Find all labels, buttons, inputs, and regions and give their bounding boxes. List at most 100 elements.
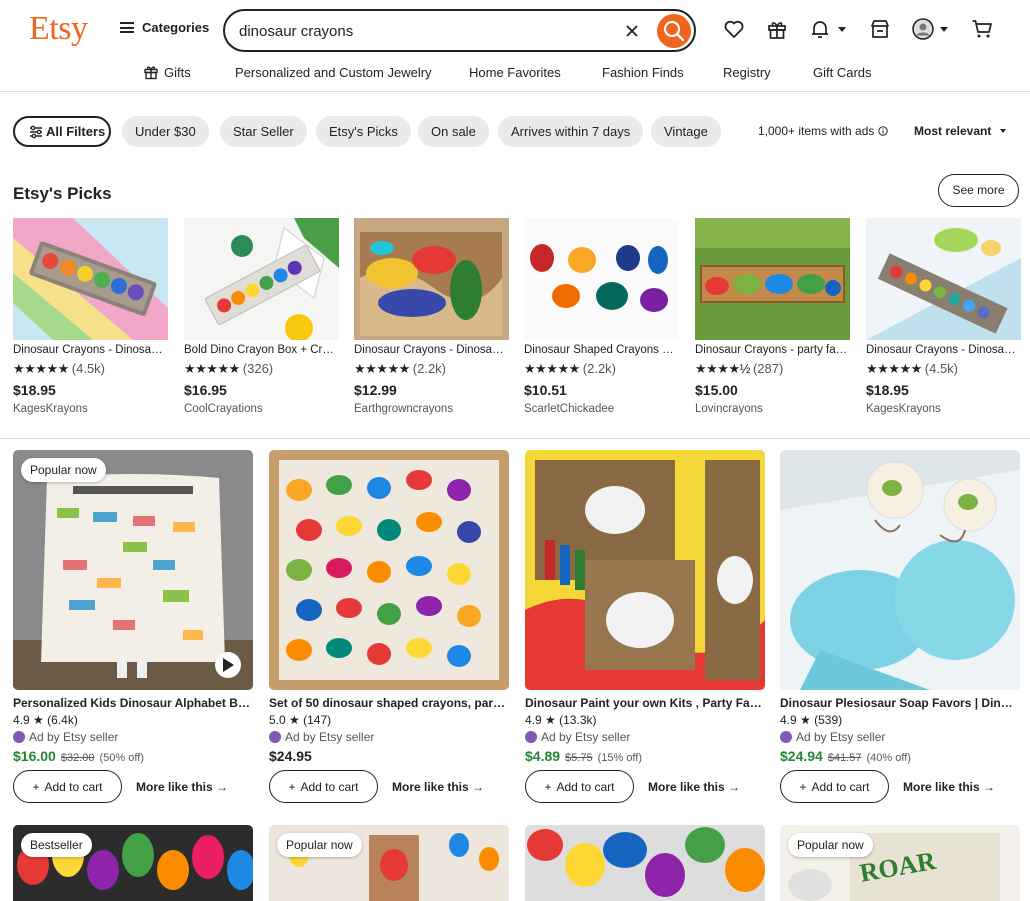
ad-text: Ad by Etsy seller [541, 730, 631, 744]
filter-chip[interactable]: Under $30 [122, 116, 209, 147]
chevron-down-icon[interactable] [940, 27, 948, 32]
product-title[interactable]: Dinosaur Plesiosaur Soap Favors | Dinosa… [780, 696, 1020, 710]
filter-chip[interactable]: Vintage [651, 116, 721, 147]
section-divider [0, 438, 1030, 439]
heart-icon[interactable] [723, 18, 745, 40]
filter-chip[interactable]: Etsy's Picks [316, 116, 411, 147]
product-title[interactable]: Dinosaur Crayons - party favors [695, 344, 850, 356]
star-seller-icon [525, 731, 537, 743]
info-icon[interactable] [878, 126, 888, 136]
discount: (15% off) [597, 752, 643, 764]
filter-chip[interactable]: Arrives within 7 days [498, 116, 644, 147]
shop-name[interactable]: CoolCrayations [184, 403, 339, 415]
avatar-icon[interactable] [912, 18, 934, 40]
product-image[interactable] [525, 825, 765, 901]
rating-value: 5.0 [269, 713, 286, 727]
shop-name[interactable]: ScarletChickadee [524, 403, 679, 415]
plus-icon: + [544, 779, 552, 794]
filter-chip[interactable]: On sale [418, 116, 489, 147]
add-to-cart-button[interactable]: + Add to cart [269, 770, 378, 803]
product-title[interactable]: Bold Dino Crayon Box + Crayon Set [184, 344, 339, 356]
etsy-logo[interactable]: Etsy [29, 10, 88, 48]
product-title[interactable]: Personalized Kids Dinosaur Alphabet Blan… [13, 696, 253, 710]
filter-chip[interactable]: Star Seller [220, 116, 307, 147]
add-to-cart-button[interactable]: + Add to cart [525, 770, 634, 803]
clear-search-icon[interactable] [622, 21, 642, 41]
listing-card[interactable]: Dinosaur Plesiosaur Soap Favors | Dinosa… [780, 450, 1020, 803]
product-image[interactable] [866, 218, 1021, 340]
bell-icon[interactable] [809, 18, 831, 40]
more-like-this-link[interactable]: More like this → [648, 780, 740, 794]
plus-icon: + [288, 779, 296, 794]
rating-stars: ★★★★★ (2.2k) [524, 361, 679, 377]
product-image[interactable] [184, 218, 339, 340]
categories-button[interactable]: Categories [120, 20, 209, 35]
more-like-this-link[interactable]: More like this → [903, 780, 995, 794]
section-title: Etsy's Picks [13, 184, 112, 203]
pick-card[interactable]: Dinosaur Crayons - Dinosaur Crayon Set ★… [13, 218, 168, 415]
popular-badge: Popular now [788, 833, 873, 857]
see-more-button[interactable]: See more [938, 174, 1019, 207]
nav-gifts[interactable]: Gifts [164, 65, 191, 80]
product-title[interactable]: Set of 50 dinosaur shaped crayons, party… [269, 696, 509, 710]
listing-card[interactable]: Popular now Personalized Kids Dinosaur A… [13, 450, 253, 803]
product-image[interactable] [695, 218, 850, 340]
price: $18.95 [13, 382, 56, 398]
all-filters-button[interactable]: All Filters [13, 116, 111, 147]
cart-icon[interactable] [971, 18, 993, 40]
product-image[interactable]: Popular now [13, 450, 253, 690]
shop-name[interactable]: KagesKrayons [13, 403, 168, 415]
product-title[interactable]: Dinosaur Shaped Crayons Set [524, 344, 679, 356]
product-image[interactable] [269, 450, 509, 690]
nav-fashion-finds[interactable]: Fashion Finds [602, 65, 684, 80]
add-to-cart-label: Add to cart [44, 779, 103, 794]
product-image[interactable] [354, 218, 509, 340]
pick-card[interactable]: Dinosaur Crayons - Dinosaur Set ★★★★★ (2.… [354, 218, 509, 415]
pick-card[interactable]: Dinosaur Crayons - party favors ★★★★½ (28… [695, 218, 850, 415]
nav-gift-cards[interactable]: Gift Cards [813, 65, 872, 80]
pick-card[interactable]: Bold Dino Crayon Box + Crayon Set ★★★★★(… [184, 218, 339, 415]
listing-card[interactable]: Dinosaur Paint your own Kits , Party Fav… [525, 450, 765, 803]
search-button[interactable] [657, 14, 691, 48]
listing-card[interactable]: Bestseller [13, 825, 253, 901]
review-count: (287) [752, 361, 784, 376]
rating-stars: ★★★★★ (4.5k) [13, 361, 168, 377]
pick-card[interactable]: Dinosaur Crayons - Dinosaur Crayon Set ★… [866, 218, 1021, 415]
more-like-this-link[interactable]: More like this → [392, 780, 484, 794]
shop-name[interactable]: Earthgrowncrayons [354, 403, 509, 415]
shop-manager-icon[interactable] [869, 18, 891, 40]
nav-personalized-jewelry[interactable]: Personalized and Custom Jewelry [235, 65, 432, 80]
product-image[interactable] [13, 218, 168, 340]
product-title[interactable]: Dinosaur Crayons - Dinosaur Crayon Set [13, 344, 168, 356]
add-to-cart-button[interactable]: + Add to cart [780, 770, 889, 803]
hamburger-icon [120, 22, 134, 33]
product-title[interactable]: Dinosaur Crayons - Dinosaur Set [354, 344, 509, 356]
product-title[interactable]: Dinosaur Paint your own Kits , Party Fav… [525, 696, 765, 710]
stars: ★★★★★ [354, 361, 410, 376]
arrow-right-icon: → [983, 779, 996, 794]
shop-name[interactable]: Lovincrayons [695, 403, 850, 415]
product-image[interactable] [780, 450, 1020, 690]
ad-text: Ad by Etsy seller [796, 730, 886, 744]
product-title[interactable]: Dinosaur Crayons - Dinosaur Crayon Set [866, 344, 1021, 356]
nav-home-favorites[interactable]: Home Favorites [469, 65, 561, 80]
listing-card[interactable]: ROAR Popular now [780, 825, 1020, 901]
search-input[interactable] [239, 20, 609, 42]
more-like-this-link[interactable]: More like this → [136, 780, 228, 794]
ad-text: Ad by Etsy seller [29, 730, 119, 744]
listing-card[interactable] [525, 825, 765, 901]
listing-card[interactable]: Popular now [269, 825, 509, 901]
pick-card[interactable]: Dinosaur Shaped Crayons Set ★★★★★ (2.2k) … [524, 218, 679, 415]
gift-icon[interactable] [766, 18, 788, 40]
chevron-down-icon [999, 129, 1006, 133]
ad-label: Ad by Etsy seller [525, 730, 765, 744]
chevron-down-icon[interactable] [838, 27, 846, 32]
sort-dropdown[interactable]: Most relevant [914, 124, 1006, 138]
shop-name[interactable]: KagesKrayons [866, 403, 1021, 415]
categories-label: Categories [142, 20, 210, 35]
add-to-cart-button[interactable]: + Add to cart [13, 770, 122, 803]
listing-card[interactable]: Set of 50 dinosaur shaped crayons, party… [269, 450, 509, 803]
nav-registry[interactable]: Registry [723, 65, 771, 80]
product-image[interactable] [525, 450, 765, 690]
product-image[interactable] [524, 218, 679, 340]
